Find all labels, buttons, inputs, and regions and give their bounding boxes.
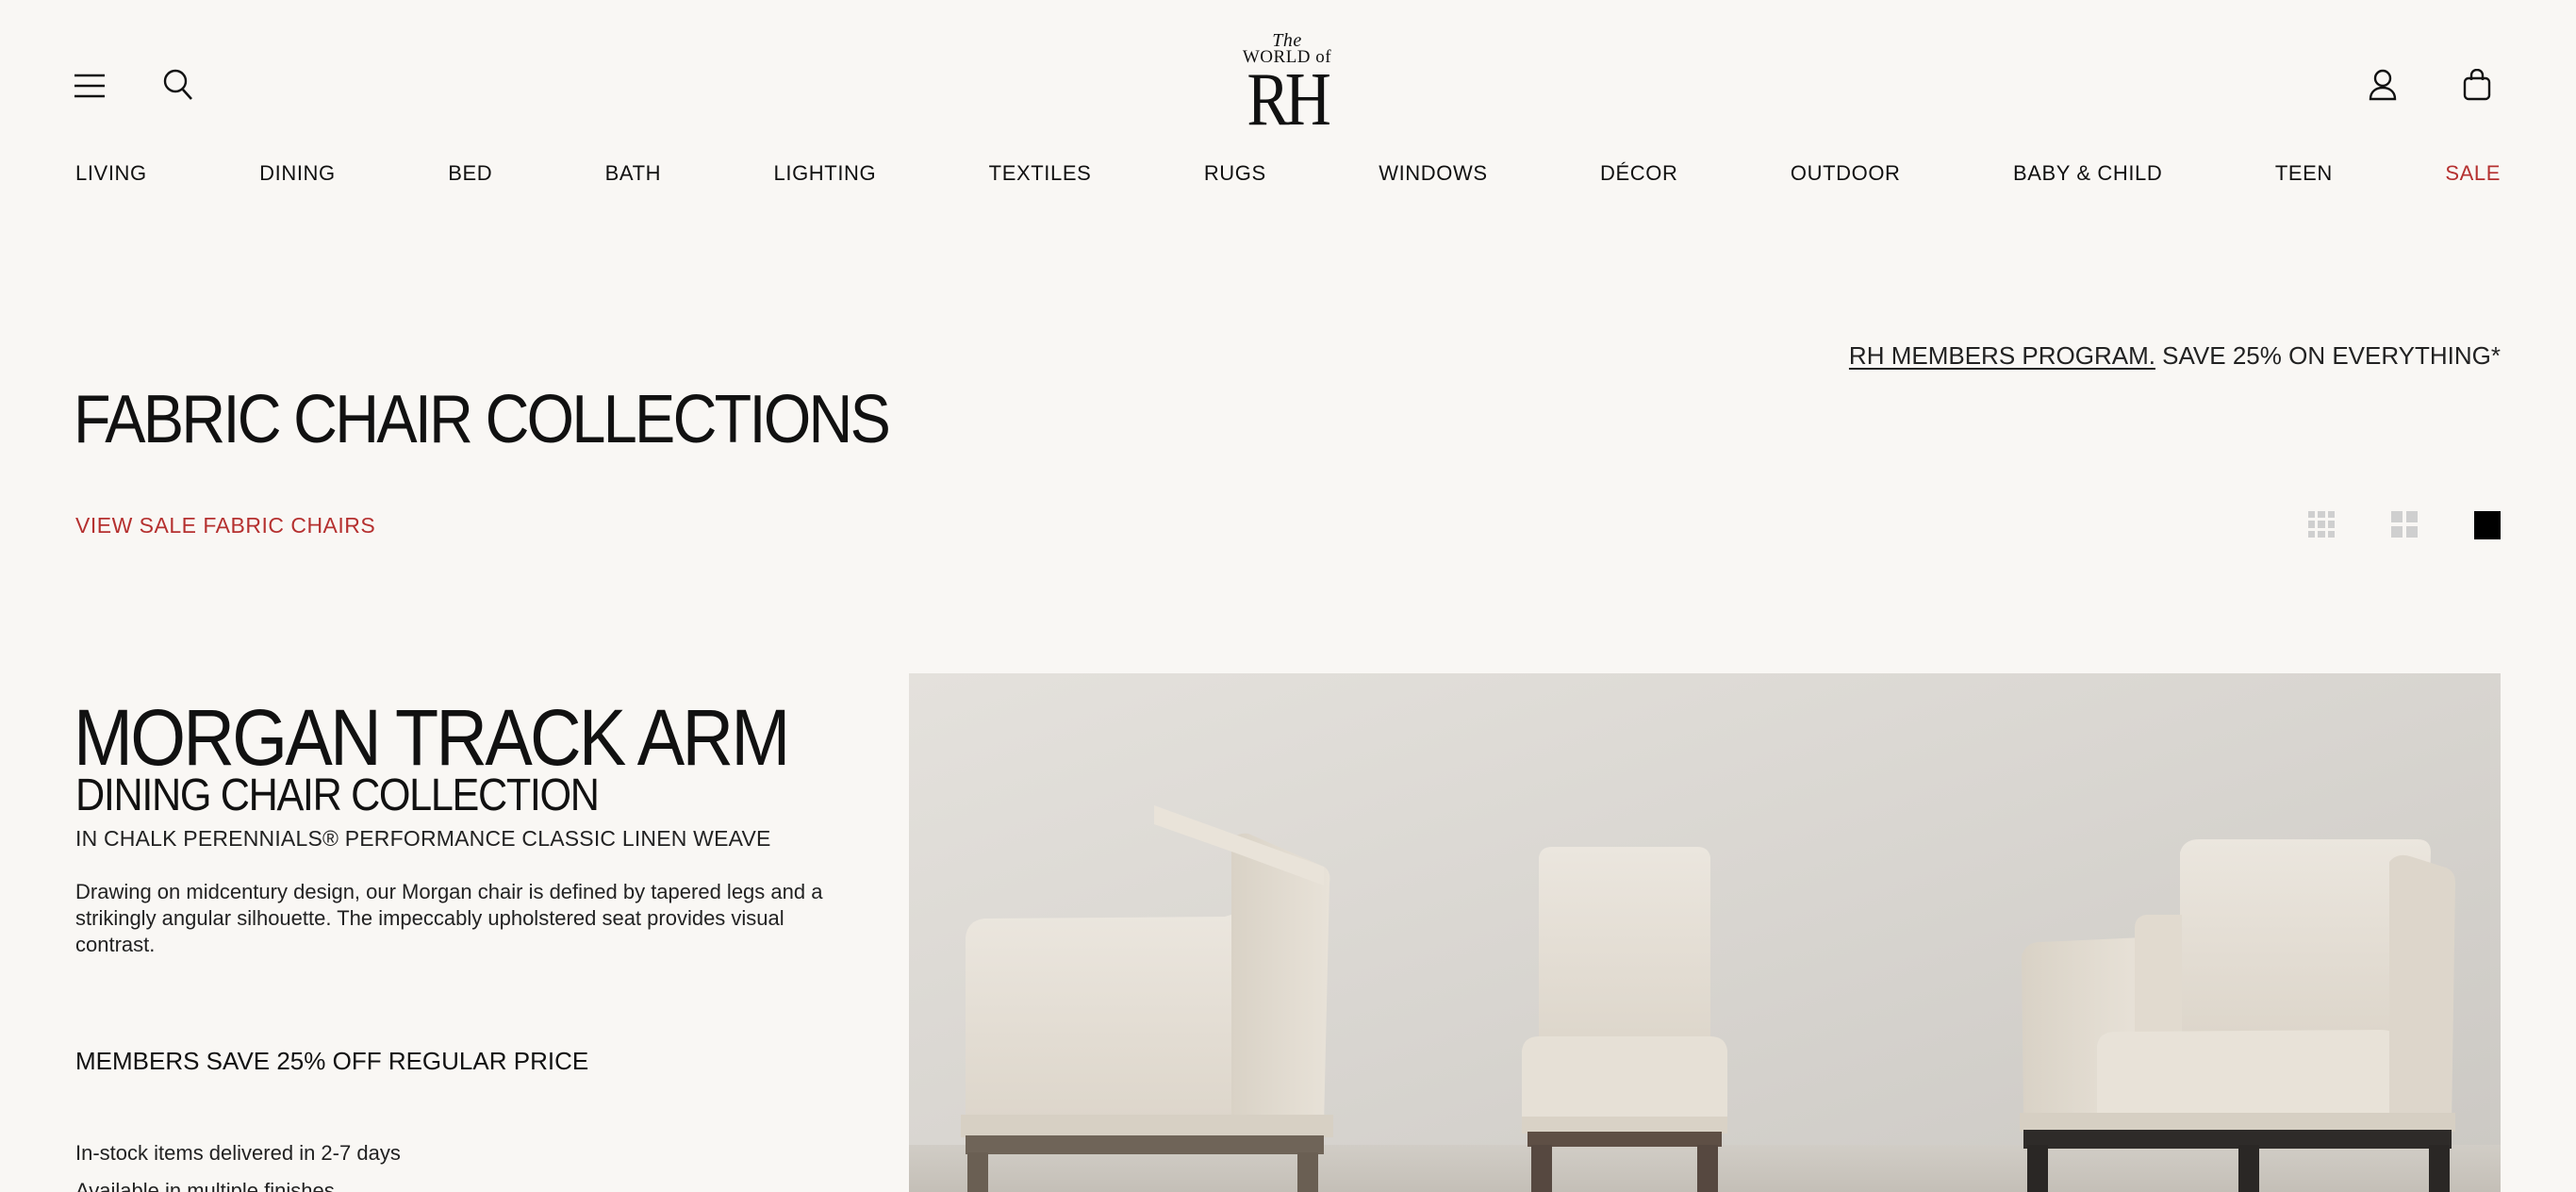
nav-item-sale[interactable]: SALE [2445, 161, 2501, 186]
grid-2-icon[interactable] [2391, 511, 2418, 538]
nav-item-lighting[interactable]: LIGHTING [774, 161, 877, 186]
view-sale-link[interactable]: VIEW SALE FABRIC CHAIRS [75, 513, 375, 538]
members-program-link[interactable]: RH MEMBERS PROGRAM. [1849, 341, 2155, 370]
grid-1-icon[interactable] [2474, 511, 2501, 539]
main-nav: LIVING DINING BED BATH LIGHTING TEXTILES… [75, 160, 2501, 187]
account-icon[interactable] [2367, 68, 2399, 102]
collection-image[interactable] [909, 673, 2501, 1192]
nav-item-teen[interactable]: TEEN [2275, 161, 2333, 186]
nav-item-outdoor[interactable]: OUTDOOR [1791, 161, 1901, 186]
site-header: The WORLD of RH [0, 0, 2576, 141]
nav-item-bed[interactable]: BED [448, 161, 492, 186]
logo-mark: RH [1247, 58, 1331, 141]
hamburger-icon[interactable] [74, 70, 106, 102]
collection-title[interactable]: MORGAN TRACK ARM [74, 698, 790, 777]
collection-fabric: IN CHALK PERENNIALS® PERFORMANCE CLASSIC… [75, 826, 771, 851]
rh-logo[interactable]: The WORLD of RH [1235, 31, 1339, 141]
page-title: FABRIC CHAIR COLLECTIONS [74, 382, 891, 457]
nav-item-rugs[interactable]: RUGS [1204, 161, 1266, 186]
shopping-bag-icon[interactable] [2461, 68, 2493, 102]
members-promo: RH MEMBERS PROGRAM. SAVE 25% ON EVERYTHI… [1849, 341, 2501, 371]
nav-item-bath[interactable]: BATH [605, 161, 661, 186]
grid-3-icon[interactable] [2308, 511, 2335, 538]
collection-description: Drawing on midcentury design, our Morgan… [75, 880, 823, 956]
availability-note: Available in multiple finishes [75, 1179, 335, 1192]
nav-item-textiles[interactable]: TEXTILES [989, 161, 1092, 186]
dining-chairs-illustration [909, 673, 2501, 1192]
nav-item-living[interactable]: LIVING [75, 161, 147, 186]
delivery-note: In-stock items delivered in 2-7 days [75, 1141, 401, 1165]
nav-item-decor[interactable]: DÉCOR [1600, 161, 1677, 186]
members-promo-text: SAVE 25% ON EVERYTHING* [2155, 341, 2501, 370]
collection-subtitle: DINING CHAIR COLLECTION [75, 770, 600, 820]
nav-item-baby-child[interactable]: BABY & CHILD [2013, 161, 2162, 186]
members-price-note: MEMBERS SAVE 25% OFF REGULAR PRICE [75, 1047, 589, 1075]
search-icon[interactable] [162, 68, 194, 102]
nav-item-dining[interactable]: DINING [259, 161, 336, 186]
nav-item-windows[interactable]: WINDOWS [1379, 161, 1487, 186]
